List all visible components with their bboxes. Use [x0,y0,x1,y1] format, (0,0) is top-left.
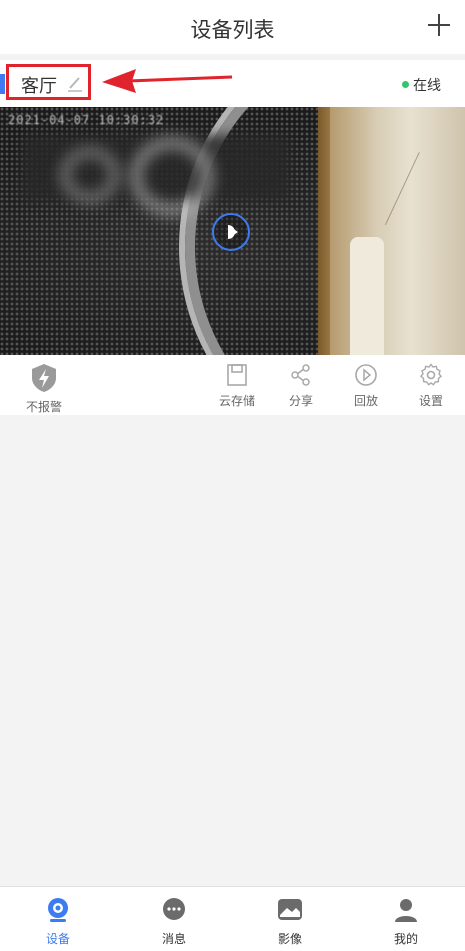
storage-icon [225,364,249,390]
user-icon [393,899,419,926]
tab-profile[interactable]: 我的 [376,897,436,947]
status-dot [402,81,409,88]
device-card: 客厅 在线 2021-04-07 10:30:32 不报警 云存储 分享 回放 … [0,60,465,415]
image-icon [277,899,303,926]
page-title: 设备列表 [190,18,275,42]
tab-devices[interactable]: 设备 [28,897,88,947]
card-accent-tab [0,74,5,94]
red-arrow-annotation [98,66,234,100]
device-name-highlight[interactable]: 客厅 [6,64,91,100]
playback-label: 回放 [353,394,378,408]
video-timestamp: 2021-04-07 10:30:32 [8,113,165,127]
tab-messages[interactable]: 消息 [144,897,204,947]
settings-button[interactable]: 设置 [403,363,459,409]
pencil-icon[interactable] [67,75,83,97]
tab-images-label: 影像 [277,932,302,946]
alarm-label: 不报警 [25,400,62,414]
share-button[interactable]: 分享 [273,363,329,409]
tab-profile-label: 我的 [393,932,418,946]
settings-label: 设置 [418,394,443,408]
shield-lightning-icon [30,364,58,396]
device-name: 客厅 [21,76,57,97]
blurred-logo [130,137,214,216]
playback-button[interactable]: 回放 [338,363,394,409]
play-button[interactable] [212,213,250,251]
share-icon [289,364,313,390]
tab-devices-label: 设备 [45,932,70,946]
camera-icon [45,898,71,926]
gear-icon [419,363,443,390]
tab-messages-label: 消息 [161,932,186,946]
online-status: 在线 [402,75,441,95]
camera-preview[interactable]: 2021-04-07 10:30:32 [0,107,465,355]
video-post [350,237,384,355]
share-label: 分享 [288,394,313,408]
cloud-storage-label: 云存储 [218,394,255,408]
action-bar: 不报警 云存储 分享 回放 设置 [0,357,465,415]
tab-images[interactable]: 影像 [260,897,320,947]
blurred-logo-small [60,147,120,203]
status-label: 在线 [413,78,441,94]
top-bar: 设备列表 [0,0,465,54]
device-card-header: 客厅 在线 [0,60,465,106]
chat-bubble-icon [161,898,187,926]
cloud-storage-button[interactable]: 云存储 [209,363,265,409]
bottom-tab-bar: 设备 消息 影像 我的 [0,886,465,951]
play-icon [228,225,238,239]
alarm-toggle[interactable]: 不报警 [16,363,72,415]
plus-icon[interactable] [427,13,451,37]
playback-icon [354,364,378,390]
